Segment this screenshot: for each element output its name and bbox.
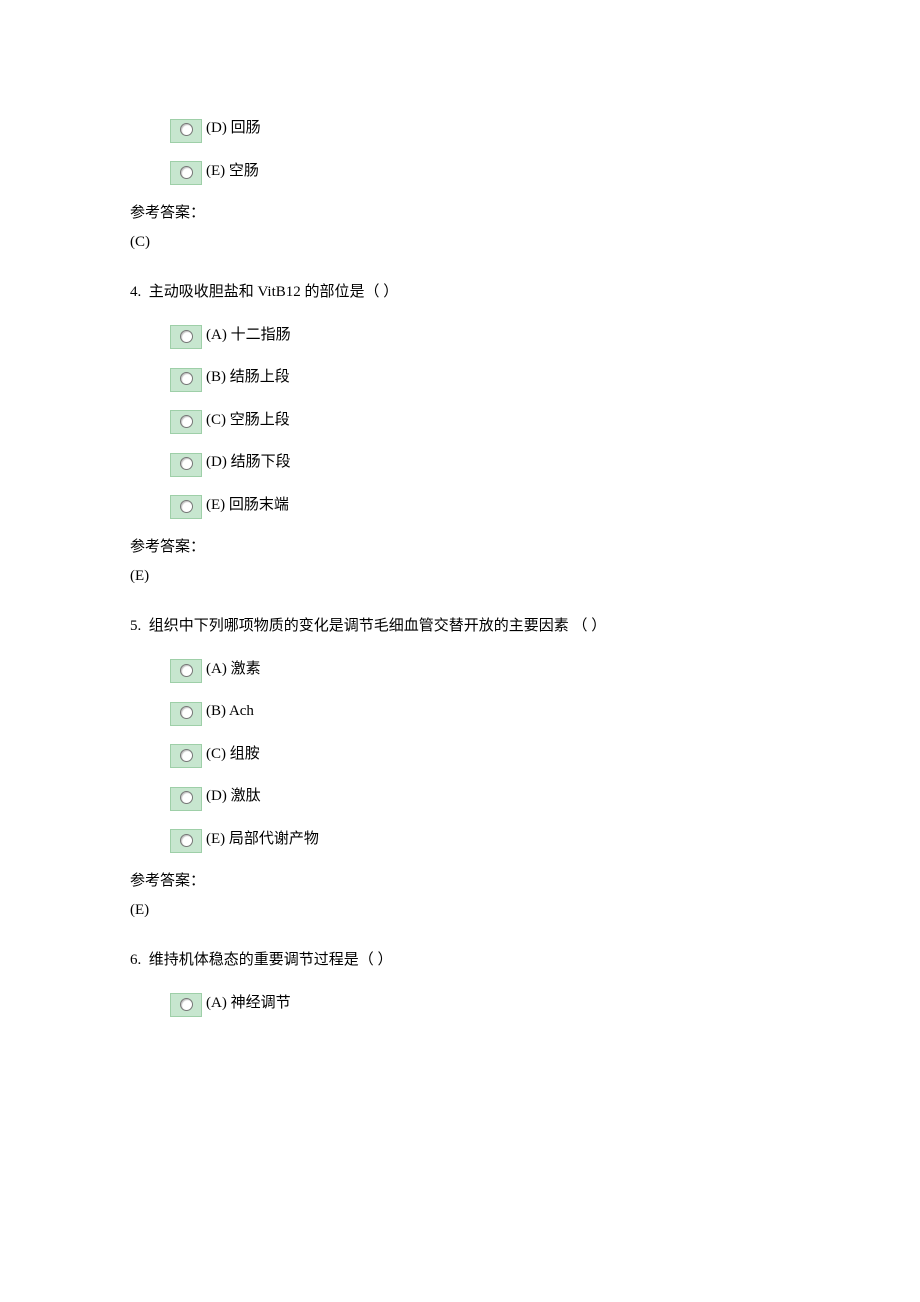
radio-icon[interactable] bbox=[170, 325, 202, 349]
radio-circle-icon bbox=[180, 372, 193, 385]
q5-option-c: (C) 组胺 bbox=[170, 740, 790, 769]
q4-answer-block: 参考答案： (E) bbox=[130, 533, 790, 590]
option-label: (D) 结肠下段 bbox=[206, 448, 291, 477]
answer-label: 参考答案： bbox=[130, 533, 790, 562]
option-label: (A) 神经调节 bbox=[206, 989, 291, 1018]
option-label: (A) 激素 bbox=[206, 655, 261, 684]
radio-icon[interactable] bbox=[170, 495, 202, 519]
radio-icon[interactable] bbox=[170, 744, 202, 768]
radio-circle-icon bbox=[180, 166, 193, 179]
option-label: (D) 回肠 bbox=[206, 114, 261, 143]
radio-circle-icon bbox=[180, 330, 193, 343]
option-label: (C) 组胺 bbox=[206, 740, 260, 769]
radio-icon[interactable] bbox=[170, 119, 202, 143]
radio-circle-icon bbox=[180, 457, 193, 470]
radio-circle-icon bbox=[180, 664, 193, 677]
answer-value: (E) bbox=[130, 562, 790, 591]
q4-option-d: (D) 结肠下段 bbox=[170, 448, 790, 477]
option-label: (D) 激肽 bbox=[206, 782, 261, 811]
q4-option-a: (A) 十二指肠 bbox=[170, 321, 790, 350]
radio-circle-icon bbox=[180, 706, 193, 719]
radio-circle-icon bbox=[180, 998, 193, 1011]
q5-option-b: (B) Ach bbox=[170, 697, 790, 726]
q5-option-a: (A) 激素 bbox=[170, 655, 790, 684]
q5-option-d: (D) 激肽 bbox=[170, 782, 790, 811]
option-label: (A) 十二指肠 bbox=[206, 321, 291, 350]
question-text: 主动吸收胆盐和 VitB12 的部位是（ ） bbox=[149, 284, 399, 300]
question-number: 5. bbox=[130, 618, 141, 634]
radio-icon[interactable] bbox=[170, 829, 202, 853]
radio-icon[interactable] bbox=[170, 702, 202, 726]
question-text: 维持机体稳态的重要调节过程是（ ） bbox=[149, 952, 393, 968]
q3-answer-block: 参考答案： (C) bbox=[130, 199, 790, 256]
q4-option-e: (E) 回肠末端 bbox=[170, 491, 790, 520]
radio-icon[interactable] bbox=[170, 659, 202, 683]
q6-option-a: (A) 神经调节 bbox=[170, 989, 790, 1018]
radio-circle-icon bbox=[180, 123, 193, 136]
option-label: (E) 空肠 bbox=[206, 157, 259, 186]
radio-circle-icon bbox=[180, 834, 193, 847]
radio-icon[interactable] bbox=[170, 410, 202, 434]
radio-icon[interactable] bbox=[170, 368, 202, 392]
option-label: (C) 空肠上段 bbox=[206, 406, 290, 435]
q5-option-e: (E) 局部代谢产物 bbox=[170, 825, 790, 854]
option-label: (B) Ach bbox=[206, 697, 254, 726]
q5-answer-block: 参考答案： (E) bbox=[130, 867, 790, 924]
radio-icon[interactable] bbox=[170, 453, 202, 477]
answer-value: (E) bbox=[130, 896, 790, 925]
q3-option-d: (D) 回肠 bbox=[170, 114, 790, 143]
question-number: 4. bbox=[130, 284, 141, 300]
radio-circle-icon bbox=[180, 749, 193, 762]
q3-option-e: (E) 空肠 bbox=[170, 157, 790, 186]
radio-icon[interactable] bbox=[170, 993, 202, 1017]
option-label: (E) 回肠末端 bbox=[206, 491, 289, 520]
radio-circle-icon bbox=[180, 500, 193, 513]
answer-label: 参考答案： bbox=[130, 199, 790, 228]
option-label: (E) 局部代谢产物 bbox=[206, 825, 319, 854]
q4-stem: 4. 主动吸收胆盐和 VitB12 的部位是（ ） bbox=[130, 278, 790, 307]
option-label: (B) 结肠上段 bbox=[206, 363, 290, 392]
radio-circle-icon bbox=[180, 415, 193, 428]
radio-icon[interactable] bbox=[170, 161, 202, 185]
q4-option-c: (C) 空肠上段 bbox=[170, 406, 790, 435]
answer-value: (C) bbox=[130, 228, 790, 257]
question-text: 组织中下列哪项物质的变化是调节毛细血管交替开放的主要因素 （ ） bbox=[149, 618, 607, 634]
q5-stem: 5. 组织中下列哪项物质的变化是调节毛细血管交替开放的主要因素 （ ） bbox=[130, 612, 790, 641]
radio-circle-icon bbox=[180, 791, 193, 804]
answer-label: 参考答案： bbox=[130, 867, 790, 896]
question-number: 6. bbox=[130, 952, 141, 968]
q4-option-b: (B) 结肠上段 bbox=[170, 363, 790, 392]
radio-icon[interactable] bbox=[170, 787, 202, 811]
q6-stem: 6. 维持机体稳态的重要调节过程是（ ） bbox=[130, 946, 790, 975]
